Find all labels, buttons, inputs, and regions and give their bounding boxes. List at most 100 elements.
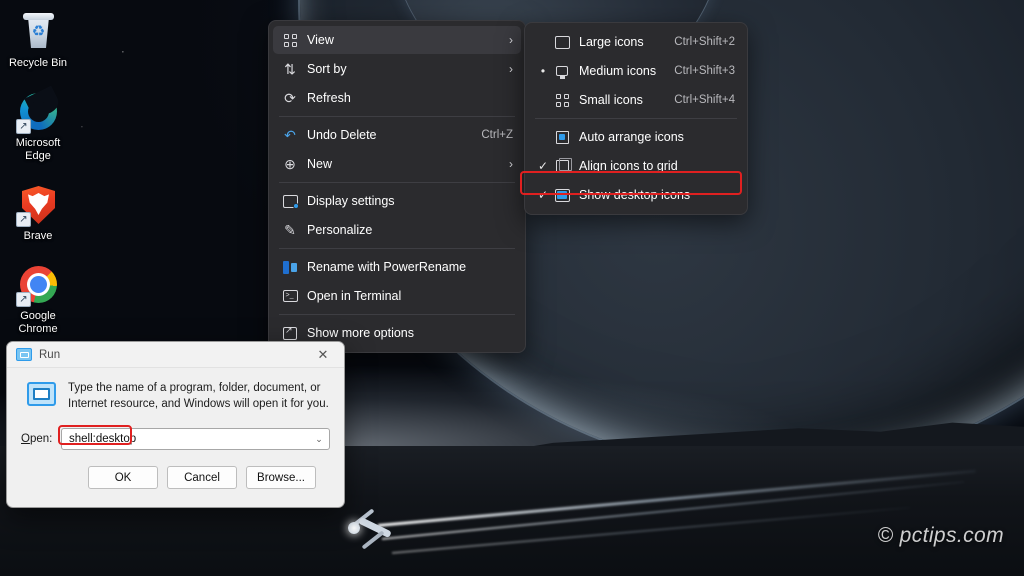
context-menu-item-display-settings[interactable]: Display settings xyxy=(273,187,521,215)
sort-arrows-icon: ⇅ xyxy=(279,62,301,76)
plus-circle-icon: ⊕ xyxy=(279,157,301,171)
watermark: © pctips.com xyxy=(878,524,1004,548)
run-description-row: Type the name of a program, folder, docu… xyxy=(21,380,330,412)
desktop-icon-label: Brave xyxy=(24,230,53,243)
show-desktop-icons-icon xyxy=(551,189,573,202)
context-menu-item-label: Refresh xyxy=(307,91,513,105)
context-menu-item-label: Show more options xyxy=(307,326,513,340)
check-mark: ✓ xyxy=(535,188,551,202)
show-more-options-icon xyxy=(279,327,301,340)
desktop[interactable]: ♻ Recycle Bin ↗ Microsoft Edge ↗ Brave ↗… xyxy=(0,0,1024,576)
view-submenu-item-label: Auto arrange icons xyxy=(579,130,735,144)
context-menu-item-personalize[interactable]: ✎ Personalize xyxy=(273,216,521,244)
context-menu-item-label: View xyxy=(307,33,499,47)
run-window-icon xyxy=(27,382,56,406)
chevron-right-icon: › xyxy=(509,157,513,171)
recycle-bin-icon: ♻ xyxy=(16,10,60,54)
context-menu-item-sort-by[interactable]: ⇅ Sort by › xyxy=(273,55,521,83)
run-description-text: Type the name of a program, folder, docu… xyxy=(68,380,330,412)
chevron-right-icon: › xyxy=(509,62,513,76)
view-submenu-separator xyxy=(535,118,737,119)
context-menu-separator xyxy=(279,182,515,183)
google-chrome-icon: ↗ xyxy=(16,263,60,307)
desktop-context-menu[interactable]: View › ⇅ Sort by › ⟳ Refresh ↶ Undo Dele… xyxy=(268,20,526,353)
context-menu-item-label: Undo Delete xyxy=(307,128,469,142)
ok-button[interactable]: OK xyxy=(88,466,158,489)
run-open-input-value[interactable]: shell:desktop xyxy=(69,433,136,445)
view-submenu-item-label: Small icons xyxy=(579,93,662,107)
terminal-icon xyxy=(279,290,301,302)
undo-icon: ↶ xyxy=(279,128,301,142)
run-dialog-titlebar[interactable]: Run ✕ xyxy=(7,342,344,368)
run-dialog[interactable]: Run ✕ Type the name of a program, folder… xyxy=(6,341,345,508)
context-menu-item-refresh[interactable]: ⟳ Refresh xyxy=(273,84,521,112)
large-icons-icon xyxy=(551,36,573,49)
context-menu-item-label: Display settings xyxy=(307,194,513,208)
view-submenu-item-show-desktop-icons[interactable]: ✓ Show desktop icons xyxy=(529,181,743,209)
view-submenu-item-medium-icons[interactable]: • Medium icons Ctrl+Shift+3 xyxy=(529,57,743,85)
context-menu-item-undo-delete[interactable]: ↶ Undo Delete Ctrl+Z xyxy=(273,121,521,149)
desktop-icon-label: Microsoft Edge xyxy=(2,137,74,163)
run-open-row: Open: shell:desktop ⌄ xyxy=(21,428,330,450)
grid-icon xyxy=(279,34,301,47)
chevron-down-icon[interactable]: ⌄ xyxy=(309,429,329,449)
context-menu-separator xyxy=(279,116,515,117)
view-submenu-item-shortcut: Ctrl+Shift+4 xyxy=(674,94,735,106)
context-menu-item-view[interactable]: View › xyxy=(273,26,521,54)
view-submenu-item-shortcut: Ctrl+Shift+3 xyxy=(674,65,735,77)
context-menu-item-shortcut: Ctrl+Z xyxy=(481,129,513,141)
run-icon xyxy=(16,348,32,361)
desktop-icon-microsoft-edge[interactable]: ↗ Microsoft Edge xyxy=(0,84,76,167)
small-icons-icon xyxy=(551,94,573,107)
view-submenu-item-auto-arrange-icons[interactable]: Auto arrange icons xyxy=(529,123,743,151)
shortcut-arrow-icon: ↗ xyxy=(16,292,31,307)
wallpaper-spacecraft xyxy=(348,508,404,560)
microsoft-edge-icon: ↗ xyxy=(16,90,60,134)
context-menu-item-new[interactable]: ⊕ New › xyxy=(273,150,521,178)
view-submenu-item-label: Medium icons xyxy=(579,64,662,78)
desktop-icon-recycle-bin[interactable]: ♻ Recycle Bin xyxy=(0,4,76,74)
view-submenu-item-label: Large icons xyxy=(579,35,662,49)
desktop-icon-list: ♻ Recycle Bin ↗ Microsoft Edge ↗ Brave ↗… xyxy=(0,4,76,350)
close-icon[interactable]: ✕ xyxy=(302,342,344,368)
run-dialog-title: Run xyxy=(39,349,60,361)
radio-mark: • xyxy=(535,64,551,78)
powerrename-icon xyxy=(279,261,301,274)
run-dialog-body: Type the name of a program, folder, docu… xyxy=(7,368,344,489)
shortcut-arrow-icon: ↗ xyxy=(16,119,31,134)
check-mark: ✓ xyxy=(535,159,551,173)
view-submenu-item-label: Show desktop icons xyxy=(579,188,735,202)
brave-icon: ↗ xyxy=(16,183,60,227)
run-dialog-buttons: OK Cancel Browse... xyxy=(21,450,330,489)
chevron-right-icon: › xyxy=(509,33,513,47)
shortcut-arrow-icon: ↗ xyxy=(16,212,31,227)
desktop-icon-label: Recycle Bin xyxy=(9,57,67,70)
cancel-button[interactable]: Cancel xyxy=(167,466,237,489)
run-open-label: Open: xyxy=(21,433,61,445)
browse-button[interactable]: Browse... xyxy=(246,466,316,489)
context-menu-separator xyxy=(279,248,515,249)
refresh-icon: ⟳ xyxy=(279,91,301,105)
auto-arrange-icon xyxy=(551,131,573,144)
context-menu-item-label: Open in Terminal xyxy=(307,289,513,303)
view-submenu-item-label: Align icons to grid xyxy=(579,159,735,173)
context-menu-item-rename-with-powerrename[interactable]: Rename with PowerRename xyxy=(273,253,521,281)
view-submenu[interactable]: Large icons Ctrl+Shift+2 • Medium icons … xyxy=(524,22,748,215)
context-menu-item-open-in-terminal[interactable]: Open in Terminal xyxy=(273,282,521,310)
medium-icons-icon xyxy=(551,66,573,76)
view-submenu-item-small-icons[interactable]: Small icons Ctrl+Shift+4 xyxy=(529,86,743,114)
view-submenu-item-align-icons-to-grid[interactable]: ✓ Align icons to grid xyxy=(529,152,743,180)
context-menu-item-label: Personalize xyxy=(307,223,513,237)
align-to-grid-icon xyxy=(551,160,573,173)
desktop-icon-label: Google Chrome xyxy=(2,310,74,336)
desktop-icon-google-chrome[interactable]: ↗ Google Chrome xyxy=(0,257,76,340)
context-menu-item-label: Sort by xyxy=(307,62,499,76)
desktop-icon-brave[interactable]: ↗ Brave xyxy=(0,177,76,247)
context-menu-item-label: New xyxy=(307,157,499,171)
view-submenu-item-large-icons[interactable]: Large icons Ctrl+Shift+2 xyxy=(529,28,743,56)
display-settings-icon xyxy=(279,195,301,208)
view-submenu-item-shortcut: Ctrl+Shift+2 xyxy=(674,36,735,48)
pencil-icon: ✎ xyxy=(279,223,301,237)
run-open-combobox[interactable]: shell:desktop ⌄ xyxy=(61,428,330,450)
context-menu-separator xyxy=(279,314,515,315)
